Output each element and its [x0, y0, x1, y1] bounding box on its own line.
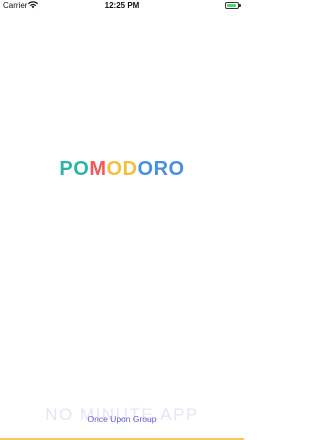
battery-level: [227, 4, 236, 7]
battery-icon: [225, 2, 241, 9]
app-logo: POMODORO: [0, 158, 244, 181]
logo-letter: P: [59, 158, 74, 180]
logo-letter: R: [153, 158, 169, 180]
status-bar: Carrier 12:25 PM: [0, 0, 244, 14]
footer-company-name: Once Upon Group: [87, 414, 157, 424]
logo-letter: M: [89, 158, 107, 180]
logo-letter: O: [73, 158, 90, 180]
logo-letter: O: [106, 158, 123, 180]
logo-letter: D: [122, 158, 138, 180]
logo-letter: O: [137, 158, 154, 180]
status-time: 12:25 PM: [104, 1, 140, 10]
logo-letter: O: [168, 158, 185, 180]
